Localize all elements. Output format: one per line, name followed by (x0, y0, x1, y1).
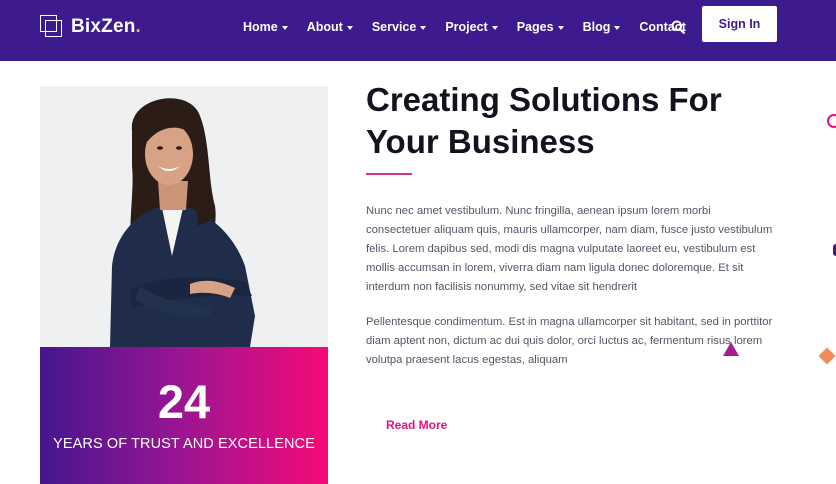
brand-name: BixZen (71, 16, 136, 37)
nav-item-label: Project (445, 20, 488, 34)
heading-divider (366, 173, 412, 175)
nav-item-label: Service (371, 20, 417, 34)
triangle-decoration-icon (723, 342, 739, 356)
chevron-down-icon (420, 25, 427, 30)
chevron-down-icon (614, 25, 621, 30)
experience-years-number: 24 (157, 375, 211, 428)
nav-item-home[interactable]: Home (243, 18, 288, 36)
nav-item-pages[interactable]: Pages (517, 18, 564, 36)
chevron-down-icon (491, 25, 498, 30)
sign-in-button[interactable]: Sign In (702, 6, 777, 42)
brand-dot: . (135, 16, 141, 37)
nav-item-label: Pages (516, 20, 554, 34)
chevron-down-icon (557, 25, 564, 30)
logo-squares-icon (40, 15, 64, 39)
experience-years-label: YEARS OF TRUST AND EXCELLENCE (53, 436, 315, 452)
detail-paragraph: Pellentesque condimentum. Est in magna u… (366, 316, 773, 366)
intro-paragraph: Nunc nec amet vestibulum. Nunc fringilla… (366, 205, 773, 293)
ring-decoration-icon (827, 114, 836, 128)
nav-item-about[interactable]: About (307, 18, 353, 36)
top-navbar: BixZen. Home About Service Project Pages… (0, 0, 836, 61)
nav-item-label: Home (243, 20, 278, 34)
nav-item-label: Blog (582, 20, 611, 34)
diamond-decoration-icon (818, 347, 836, 365)
chevron-down-icon (281, 25, 288, 30)
nav-item-service[interactable]: Service (371, 18, 427, 36)
businesswoman-photo (40, 86, 328, 347)
nav-item-project[interactable]: Project (445, 18, 498, 36)
nav-item-label: About (306, 20, 343, 34)
main-nav: Home About Service Project Pages Blog Co… (243, 18, 705, 36)
chevron-down-icon (346, 25, 353, 30)
nav-item-blog[interactable]: Blog (583, 18, 621, 36)
read-more-link[interactable]: Read More (386, 418, 447, 432)
brand-logo[interactable]: BixZen. (40, 15, 141, 39)
search-icon[interactable] (671, 20, 685, 34)
experience-stat-box: 24 YEARS OF TRUST AND EXCELLENCE (40, 347, 328, 484)
section-heading: Creating Solutions For Your Business (366, 81, 722, 160)
